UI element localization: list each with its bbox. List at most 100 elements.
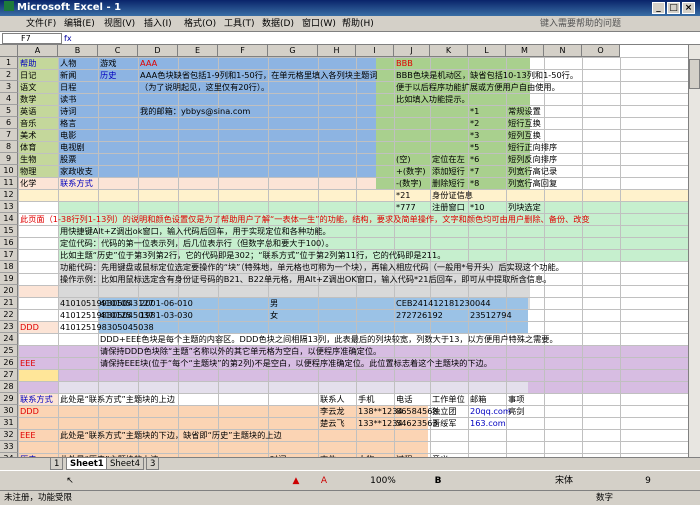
cell-l5[interactable]: *1 (470, 106, 479, 116)
close-button[interactable]: × (682, 2, 695, 14)
tab-3[interactable]: 3 (146, 458, 160, 470)
cell-b19[interactable]: 操作示例：比如用鼠标选定含有身份证号码的B21、B22单元格，用Alt+Z调出O… (60, 274, 551, 284)
cell-c1[interactable]: 游戏 (100, 58, 116, 68)
cell-k29[interactable]: 工作单位 (432, 394, 465, 404)
font-color-icon[interactable]: A (318, 475, 330, 487)
cell-g21[interactable]: 男 (270, 298, 278, 308)
cell-b32[interactable]: 此处是“联系方式”主题块的下边，缺省即“历史”主题块的上边 (60, 430, 282, 440)
cell-b6[interactable]: 格言 (60, 118, 76, 128)
row-header-17[interactable]: 17 (0, 249, 18, 261)
cell-j21[interactable]: CEB241412181230044 (396, 298, 491, 308)
cell-d2[interactable]: AAA色块缺省包括1-9列和1-50行，在单元格里填入各列块主题词 (140, 70, 378, 80)
row-header-12[interactable]: 12 (0, 189, 18, 201)
cell-j29[interactable]: 电话 (396, 394, 412, 404)
cell-h29[interactable]: 联系人 (320, 394, 345, 404)
cell-l10[interactable]: *7 (470, 166, 479, 176)
worksheet-grid[interactable]: ABCDEFGHIJKLMNO 1 2 3 4 5 6 7 8 9 10 11 12 13 14 15 16 1… (0, 45, 688, 457)
menu-help[interactable]: 帮助(H) (342, 18, 374, 30)
cell-a9[interactable]: 生物 (20, 154, 36, 164)
cell-a4[interactable]: 数学 (20, 94, 36, 104)
row-header-1[interactable]: 1 (0, 57, 18, 69)
cell-j12[interactable]: *21 (396, 190, 411, 200)
cell-j13[interactable]: *777 (396, 202, 416, 212)
row-header-6[interactable]: 6 (0, 117, 18, 129)
cell-a32[interactable]: EEE (20, 430, 36, 440)
row-header-18[interactable]: 18 (0, 261, 18, 273)
cell-l31[interactable]: 163.com (470, 418, 506, 428)
row-header-16[interactable]: 16 (0, 237, 18, 249)
column-header-H[interactable]: H (318, 45, 356, 57)
cell-a8[interactable]: 体育 (20, 142, 36, 152)
vertical-scrollbar[interactable] (688, 45, 700, 457)
help-question-box[interactable]: 键入需要帮助的问题 (540, 17, 680, 31)
column-header-O[interactable]: O (582, 45, 620, 57)
cell-c25[interactable]: 请保持DDD色块除“主题”名称以外的其它单元格为空白，以便程序准确定位。 (100, 346, 381, 356)
cell-d22[interactable]: 1981-03-030 (140, 310, 193, 320)
maximize-button[interactable]: □ (667, 2, 680, 14)
row-header-26[interactable]: 26 (0, 357, 18, 369)
row-header-10[interactable]: 10 (0, 165, 18, 177)
cell-c26[interactable]: 请保持EEE块(位于“每个“主题块”的第2列)不是空白，以便程序准确定位。此位置… (100, 358, 492, 368)
arrow-icon[interactable]: ↖ (64, 475, 76, 487)
row-header-7[interactable]: 7 (0, 129, 18, 141)
cell-a6[interactable]: 音乐 (20, 118, 36, 128)
cell-h31[interactable]: 楚云飞 (320, 418, 345, 428)
cell-k12[interactable]: 身份证信息 (432, 190, 473, 200)
cell-a23[interactable]: DDD (20, 322, 39, 332)
cell-l13[interactable]: *10 (470, 202, 485, 212)
row-header-21[interactable]: 21 (0, 297, 18, 309)
cell-a3[interactable]: 语文 (20, 82, 36, 92)
row-header-29[interactable]: 29 (0, 393, 18, 405)
row-header-3[interactable]: 3 (0, 81, 18, 93)
column-header-G[interactable]: G (268, 45, 318, 57)
cell-b4[interactable]: 读书 (60, 94, 76, 104)
cell-a1[interactable]: 帮助 (20, 58, 36, 68)
cell-b1[interactable]: 人物 (60, 58, 76, 68)
cell-b11[interactable]: 联系方式 (60, 178, 93, 188)
column-header-J[interactable]: J (394, 45, 430, 57)
cell-k11[interactable]: 删除短行 (432, 178, 465, 188)
cell-b7[interactable]: 电影 (60, 130, 76, 140)
name-box[interactable]: F7 (2, 33, 62, 44)
cell-j2[interactable]: BBB色块是机动区，缺省包括10-13列和1-50行。 (396, 70, 578, 80)
cell-l9[interactable]: *6 (470, 154, 479, 164)
row-header-19[interactable]: 19 (0, 273, 18, 285)
cell-b17[interactable]: 比如主题“历史”位于第3列第2行，它的代码即是302；“联系方式”位于第2列第1… (60, 250, 445, 260)
cell-k31[interactable]: 晋绥军 (432, 418, 457, 428)
cell-m29[interactable]: 事项 (508, 394, 524, 404)
menu-view[interactable]: 视图(V) (104, 18, 135, 30)
cell-l30[interactable]: 20qq.com (470, 406, 511, 416)
cell-a10[interactable]: 物理 (20, 166, 36, 176)
column-header-B[interactable]: B (58, 45, 98, 57)
row-header-15[interactable]: 15 (0, 225, 18, 237)
cell-a14[interactable]: 此页面（1-38行列1-13列）的说明和颜色设置仅是为了帮助用户了解“一表体一生… (20, 214, 590, 224)
cell-j9[interactable]: (空) (396, 154, 411, 164)
minimize-button[interactable]: _ (652, 2, 665, 14)
tab-1[interactable]: 1 (50, 458, 64, 470)
cell-m6[interactable]: 短行互换 (508, 118, 541, 128)
menu-edit[interactable]: 编辑(E) (64, 18, 95, 30)
row-header-24[interactable]: 24 (0, 333, 18, 345)
cell-k9[interactable]: 定位在左 (432, 154, 465, 164)
row-header-5[interactable]: 5 (0, 105, 18, 117)
cell-a2[interactable]: 日记 (20, 70, 36, 80)
cell-j22[interactable]: 272726192 (396, 310, 443, 320)
cell-m8[interactable]: 短行正向排序 (508, 142, 557, 152)
cell-j11[interactable]: -(数字) (396, 178, 422, 188)
menu-window[interactable]: 窗口(W) (302, 18, 336, 30)
cell-m13[interactable]: 列块选定 (508, 202, 541, 212)
zoom-value[interactable]: 100% (368, 475, 398, 487)
column-header-C[interactable]: C (98, 45, 138, 57)
row-header-31[interactable]: 31 (0, 417, 18, 429)
cell-c21[interactable]: 410105 (100, 298, 131, 308)
row-header-30[interactable]: 30 (0, 405, 18, 417)
cell-m5[interactable]: 常规设置 (508, 106, 541, 116)
cell-d21[interactable]: 2001-06-010 (140, 298, 193, 308)
cell-b16[interactable]: 定位代码：代码的第一位表示列，后几位表示行（但数字总和要大于100）。 (60, 238, 334, 248)
cell-j10[interactable]: +(数字) (396, 166, 426, 176)
column-header-F[interactable]: F (218, 45, 268, 57)
column-header-L[interactable]: L (468, 45, 506, 57)
cell-c24[interactable]: DDD+EEE色块是每个主题的内容区。DDD色块之间相隔13列，此表最后的列块较… (100, 334, 558, 344)
cell-d3[interactable]: （为了说明起见，这里仅有20行）。 (140, 82, 269, 92)
cell-b23[interactable]: 410125198305045038 (60, 322, 154, 332)
